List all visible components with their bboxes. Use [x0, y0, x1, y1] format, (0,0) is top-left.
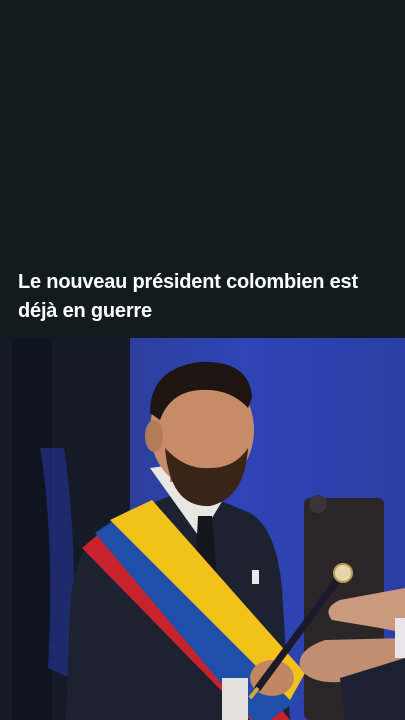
curtain-fold — [12, 338, 52, 720]
lapel-pin — [252, 570, 259, 584]
story-headline[interactable]: Le nouveau président colombien est déjà … — [18, 268, 388, 326]
chair-finial — [309, 495, 327, 513]
ear — [145, 420, 163, 452]
photo-illustration — [0, 338, 405, 720]
story-card[interactable]: Le nouveau président colombien est déjà … — [0, 0, 405, 720]
giver-cuff — [395, 618, 405, 658]
baton-head — [333, 563, 353, 583]
story-photo[interactable] — [0, 338, 405, 720]
shirt-cuff — [222, 678, 248, 720]
